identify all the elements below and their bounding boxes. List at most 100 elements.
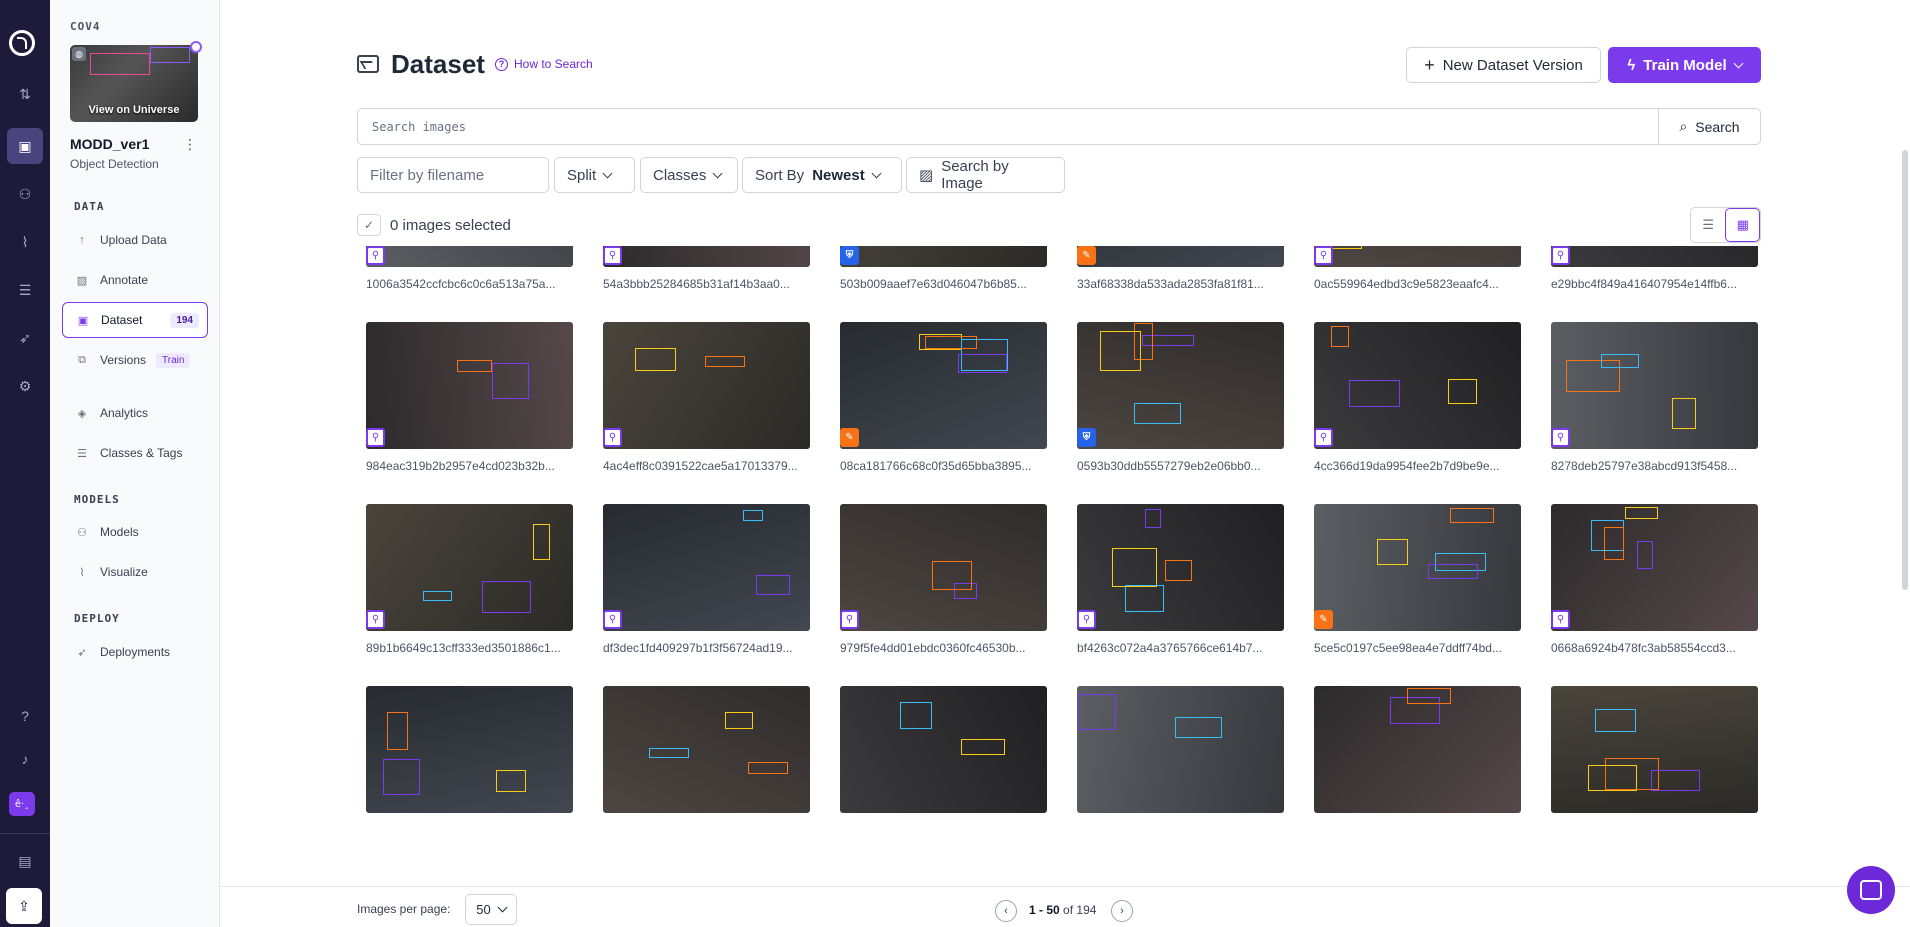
chat-widget-button[interactable]	[1847, 866, 1895, 914]
image-thumbnail[interactable]: ⚲	[1551, 504, 1758, 631]
image-filename: 5ce5c0197c5ee98ea4e7ddff74bd...	[1314, 641, 1502, 655]
roboflow-logo-icon[interactable]	[9, 30, 35, 56]
annotation-bbox	[748, 762, 789, 774]
grid-view-icon[interactable]: ▦	[1725, 208, 1760, 242]
sidebar-item-label: Classes & Tags	[100, 446, 183, 460]
image-thumbnail[interactable]	[1551, 686, 1758, 813]
prev-page-button[interactable]: ‹	[995, 900, 1017, 922]
swap-icon[interactable]: ⇅	[7, 76, 43, 112]
select-all-checkbox[interactable]: ✓	[357, 214, 381, 236]
scrollbar[interactable]	[1902, 150, 1908, 590]
image-filename: 4ac4eff8c0391522cae5a17013379...	[603, 459, 798, 473]
deploy-icon[interactable]: ➶	[7, 320, 43, 356]
person-icon: ⚲	[1551, 246, 1570, 265]
image-thumbnail[interactable]: ⚲	[366, 504, 573, 631]
versions-icon: ⧉	[78, 353, 86, 366]
image-thumbnail[interactable]: ⚲	[603, 322, 810, 449]
image-thumbnail[interactable]: ⛨	[1077, 322, 1284, 449]
project-sidebar: COV4 ◍ View on Universe MODD_ver1 ⋮ Obje…	[50, 0, 220, 927]
image-thumbnail[interactable]	[1077, 686, 1284, 813]
sort-by-dropdown[interactable]: Sort By Newest	[742, 157, 902, 193]
image-thumbnail[interactable]: ⚲	[1551, 246, 1758, 267]
sidebar-item-visualize[interactable]: ⌇ Visualize	[62, 554, 208, 590]
workspace-icon[interactable]: ê·¸	[9, 792, 35, 816]
help-icon[interactable]: ?	[7, 698, 43, 734]
thumbnail-handle[interactable]	[190, 41, 202, 53]
sidebar-item-dataset[interactable]: ▣ Dataset 194	[62, 302, 208, 338]
image-icon: ▨	[919, 167, 934, 184]
thumbnail-bbox	[150, 47, 190, 63]
sidebar-item-classes-tags[interactable]: ☰ Classes & Tags	[62, 435, 208, 471]
image-thumbnail[interactable]: ⚲	[366, 246, 573, 267]
classes-dropdown[interactable]: Classes	[640, 157, 738, 193]
sidebar-item-models[interactable]: ⚇ Models	[62, 514, 208, 550]
sidebar-item-deployments[interactable]: ➶ Deployments	[62, 634, 208, 670]
image-thumbnail[interactable]: ⚲	[1314, 246, 1521, 267]
annotation-bbox	[961, 738, 1005, 755]
image-thumbnail[interactable]: ⚲	[603, 246, 810, 267]
list-view-icon[interactable]: ☰	[1691, 208, 1725, 242]
how-to-search-link[interactable]: ? How to Search	[495, 57, 593, 71]
image-thumbnail[interactable]: ⚲	[1077, 504, 1284, 631]
annotation-bbox	[1377, 538, 1408, 566]
annotation-bbox	[1604, 526, 1624, 561]
projects-icon[interactable]: ▣	[7, 128, 43, 164]
train-model-button[interactable]: ϟ Train Model	[1608, 47, 1761, 83]
train-model-label: Train Model	[1643, 56, 1727, 74]
settings-icon[interactable]: ⚙	[7, 368, 43, 404]
workspace-project-label: COV4	[70, 20, 101, 33]
person-icon: ⚲	[603, 428, 622, 447]
annotation-bbox	[1165, 559, 1192, 582]
annotate-icon: ▨	[76, 274, 88, 287]
upgrade-icon[interactable]: ⇪	[6, 888, 42, 924]
workflows-icon[interactable]: ⚇	[7, 176, 43, 212]
data-icon[interactable]: ☰	[7, 272, 43, 308]
image-thumbnail[interactable]: ⚲	[1551, 322, 1758, 449]
image-thumbnail[interactable]: ⚲	[840, 504, 1047, 631]
chevron-down-icon	[1733, 58, 1744, 68]
sidebar-item-label: Versions	[100, 353, 147, 367]
models-icon: ⚇	[77, 526, 87, 539]
icon-rail: ⇅ ▣ ⚇ ⌇ ☰ ➶ ⚙ ? ♪ ê·¸ ▤ ⇪	[0, 0, 50, 927]
new-dataset-version-label: New Dataset Version	[1442, 56, 1583, 74]
new-dataset-version-button[interactable]: + New Dataset Version	[1406, 47, 1601, 83]
next-page-button[interactable]: ›	[1111, 900, 1133, 922]
pencil-icon: ✎	[1314, 610, 1333, 629]
image-thumbnail[interactable]: ⚲	[603, 504, 810, 631]
image-thumbnail[interactable]: ⛨	[840, 246, 1047, 267]
sidebar-item-annotate[interactable]: ▨ Annotate	[62, 262, 208, 298]
analytics-icon[interactable]: ⌇	[7, 224, 43, 260]
image-thumbnail[interactable]: ✎	[840, 322, 1047, 449]
docs-icon[interactable]: ▤	[7, 843, 43, 879]
sidebar-item-label: Deployments	[100, 645, 171, 659]
sidebar-item-upload-data[interactable]: ↑ Upload Data	[62, 222, 208, 258]
section-title-deploy: DEPLOY	[74, 612, 120, 625]
sidebar-item-analytics[interactable]: ◈ Analytics	[62, 395, 208, 431]
search-button[interactable]: ⌕ Search	[1658, 109, 1760, 144]
image-thumbnail[interactable]	[603, 686, 810, 813]
image-thumbnail[interactable]: ✎	[1077, 246, 1284, 267]
sidebar-item-label: Models	[100, 525, 139, 539]
search-input[interactable]	[358, 109, 1678, 144]
view-on-universe-link[interactable]: View on Universe	[70, 104, 198, 116]
image-filename: 0668a6924b478fc3ab58554ccd3...	[1551, 641, 1736, 655]
image-thumbnail[interactable]	[1314, 686, 1521, 813]
image-thumbnail[interactable]: ⚲	[1314, 322, 1521, 449]
image-thumbnail[interactable]: ✎	[1314, 504, 1521, 631]
sidebar-item-versions[interactable]: ⧉ Versions Train	[62, 342, 208, 378]
bell-icon[interactable]: ♪	[7, 741, 43, 777]
search-by-image-button[interactable]: ▨ Search by Image	[906, 157, 1065, 193]
person-icon: ⚲	[366, 246, 385, 265]
image-thumbnail[interactable]: ⚲	[366, 322, 573, 449]
filename-filter-input[interactable]	[370, 166, 536, 184]
split-dropdown[interactable]: Split	[554, 157, 635, 193]
images-per-page-select[interactable]: 50	[465, 894, 517, 925]
annotation-bbox	[1349, 380, 1400, 407]
image-thumbnail[interactable]	[840, 686, 1047, 813]
project-thumbnail[interactable]: ◍ View on Universe	[70, 45, 198, 122]
annotation-bbox	[1331, 326, 1349, 347]
pagination-bar: Images per page: 50 ‹ 1 - 50 of 194 ›	[220, 886, 1910, 927]
sidebar-item-label: Visualize	[100, 565, 148, 579]
kebab-menu-icon[interactable]: ⋮	[182, 136, 198, 153]
image-thumbnail[interactable]	[366, 686, 573, 813]
